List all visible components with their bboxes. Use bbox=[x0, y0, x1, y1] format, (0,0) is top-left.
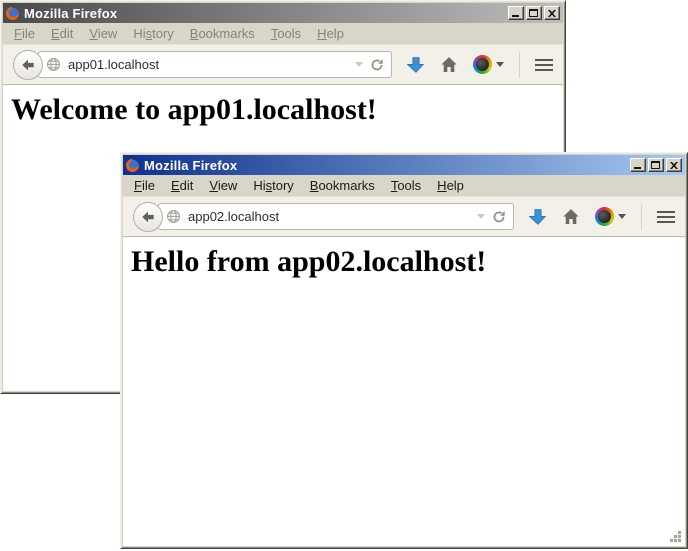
minimize-icon bbox=[512, 15, 519, 17]
reload-icon[interactable] bbox=[492, 210, 506, 224]
maximize-button[interactable] bbox=[526, 6, 542, 20]
downloads-button[interactable] bbox=[407, 56, 425, 74]
menubar: File Edit View History Bookmarks Tools H… bbox=[3, 23, 563, 44]
reload-icon[interactable] bbox=[370, 58, 384, 72]
window-title: Mozilla Firefox bbox=[24, 6, 117, 21]
chevron-down-icon bbox=[618, 214, 626, 219]
menu-history[interactable]: History bbox=[245, 176, 301, 195]
firefox-logo-icon bbox=[5, 6, 20, 21]
minimize-button[interactable] bbox=[630, 158, 646, 172]
hamburger-icon bbox=[657, 211, 675, 213]
url-bar[interactable]: app01.localhost bbox=[38, 51, 392, 78]
menu-help[interactable]: Help bbox=[429, 176, 472, 195]
close-button[interactable] bbox=[666, 158, 682, 172]
resize-grip[interactable] bbox=[678, 539, 681, 542]
back-arrow-icon bbox=[141, 210, 155, 224]
window-controls bbox=[508, 6, 561, 20]
chevron-down-icon bbox=[496, 62, 504, 67]
site-identity-globe-icon[interactable] bbox=[46, 57, 61, 72]
close-button[interactable] bbox=[544, 6, 560, 20]
maximize-button[interactable] bbox=[648, 158, 664, 172]
home-icon bbox=[440, 56, 458, 73]
downloads-button[interactable] bbox=[529, 208, 547, 226]
menu-file[interactable]: File bbox=[126, 176, 163, 195]
menu-edit[interactable]: Edit bbox=[43, 24, 81, 43]
navigation-toolbar: app02.localhost bbox=[123, 196, 685, 237]
menu-file[interactable]: File bbox=[6, 24, 43, 43]
urlbar-dropdown-icon[interactable] bbox=[477, 214, 485, 219]
home-icon bbox=[562, 208, 580, 225]
titlebar[interactable]: Mozilla Firefox bbox=[3, 3, 563, 23]
navigation-toolbar: app01.localhost bbox=[3, 44, 563, 85]
hamburger-icon bbox=[535, 59, 553, 61]
menu-bookmarks[interactable]: Bookmarks bbox=[182, 24, 263, 43]
menu-help[interactable]: Help bbox=[309, 24, 352, 43]
menu-tools[interactable]: Tools bbox=[383, 176, 429, 195]
search-engine-button[interactable] bbox=[473, 55, 504, 74]
minimize-button[interactable] bbox=[508, 6, 524, 20]
firefox-logo-icon bbox=[125, 158, 140, 173]
download-arrow-icon bbox=[529, 208, 547, 226]
back-arrow-icon bbox=[21, 58, 35, 72]
window-title: Mozilla Firefox bbox=[144, 158, 237, 173]
url-value: app01.localhost bbox=[68, 57, 348, 72]
menu-history[interactable]: History bbox=[125, 24, 181, 43]
window-controls bbox=[630, 158, 683, 172]
menubar: File Edit View History Bookmarks Tools H… bbox=[123, 175, 685, 196]
home-button[interactable] bbox=[562, 208, 580, 225]
page-heading: Hello from app02.localhost! bbox=[131, 245, 685, 279]
menu-tools[interactable]: Tools bbox=[263, 24, 309, 43]
close-icon bbox=[670, 162, 678, 169]
toolbar-separator bbox=[519, 52, 520, 78]
site-identity-globe-icon[interactable] bbox=[166, 209, 181, 224]
home-button[interactable] bbox=[440, 56, 458, 73]
toolbar-separator bbox=[641, 204, 642, 230]
back-button[interactable] bbox=[133, 202, 163, 232]
close-icon bbox=[548, 10, 556, 17]
search-engine-button[interactable] bbox=[595, 207, 626, 226]
url-bar[interactable]: app02.localhost bbox=[158, 203, 514, 230]
page-heading: Welcome to app01.localhost! bbox=[11, 93, 563, 127]
page-content-app02: Hello from app02.localhost! bbox=[123, 237, 685, 546]
search-engine-lens-icon bbox=[595, 207, 614, 226]
browser-window-app02: Mozilla Firefox File Edit View History B… bbox=[120, 152, 688, 549]
menu-bookmarks[interactable]: Bookmarks bbox=[302, 176, 383, 195]
urlbar-dropdown-icon[interactable] bbox=[355, 62, 363, 67]
maximize-icon bbox=[529, 9, 538, 17]
download-arrow-icon bbox=[407, 56, 425, 74]
search-engine-lens-icon bbox=[473, 55, 492, 74]
url-value: app02.localhost bbox=[188, 209, 470, 224]
maximize-icon bbox=[651, 161, 660, 169]
titlebar[interactable]: Mozilla Firefox bbox=[123, 155, 685, 175]
minimize-icon bbox=[634, 167, 641, 169]
menu-edit[interactable]: Edit bbox=[163, 176, 201, 195]
menu-view[interactable]: View bbox=[81, 24, 125, 43]
menu-view[interactable]: View bbox=[201, 176, 245, 195]
back-button[interactable] bbox=[13, 50, 43, 80]
